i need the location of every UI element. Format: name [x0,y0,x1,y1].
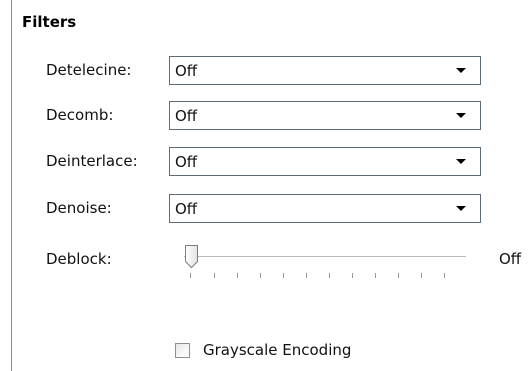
slider-tick [190,273,191,278]
slider-tick [398,273,399,278]
deblock-label: Deblock: [46,250,112,268]
slider-tick [237,273,238,278]
slider-tick [214,273,215,278]
panel-left-border [11,0,12,371]
chevron-down-icon [456,113,466,118]
deblock-slider[interactable] [184,244,466,284]
slider-tick [306,273,307,278]
deinterlace-value: Off [175,153,198,171]
decomb-dropdown[interactable]: Off [169,101,481,130]
slider-tick [352,273,353,278]
deinterlace-label: Deinterlace: [46,152,138,170]
slider-tick [260,273,261,278]
slider-tick [421,273,422,278]
slider-track[interactable] [184,256,466,257]
detelecine-label: Detelecine: [46,61,132,79]
denoise-label: Denoise: [46,199,112,217]
deblock-value: Off [499,250,522,268]
filters-heading: Filters [22,13,77,31]
slider-tick [283,273,284,278]
denoise-dropdown[interactable]: Off [169,194,481,223]
detelecine-value: Off [175,62,198,80]
decomb-label: Decomb: [46,106,114,124]
slider-tick [329,273,330,278]
slider-thumb[interactable] [184,244,199,269]
chevron-down-icon [456,159,466,164]
detelecine-dropdown[interactable]: Off [169,56,481,85]
decomb-value: Off [175,107,198,125]
denoise-value: Off [175,200,198,218]
grayscale-encoding-label: Grayscale Encoding [203,341,352,359]
grayscale-encoding-option[interactable]: Grayscale Encoding [175,339,351,361]
slider-tick [444,273,445,278]
chevron-down-icon [456,206,466,211]
slider-tick [375,273,376,278]
grayscale-encoding-checkbox[interactable] [175,342,190,358]
chevron-down-icon [456,68,466,73]
deinterlace-dropdown[interactable]: Off [169,147,481,176]
slider-ticks [184,273,466,279]
